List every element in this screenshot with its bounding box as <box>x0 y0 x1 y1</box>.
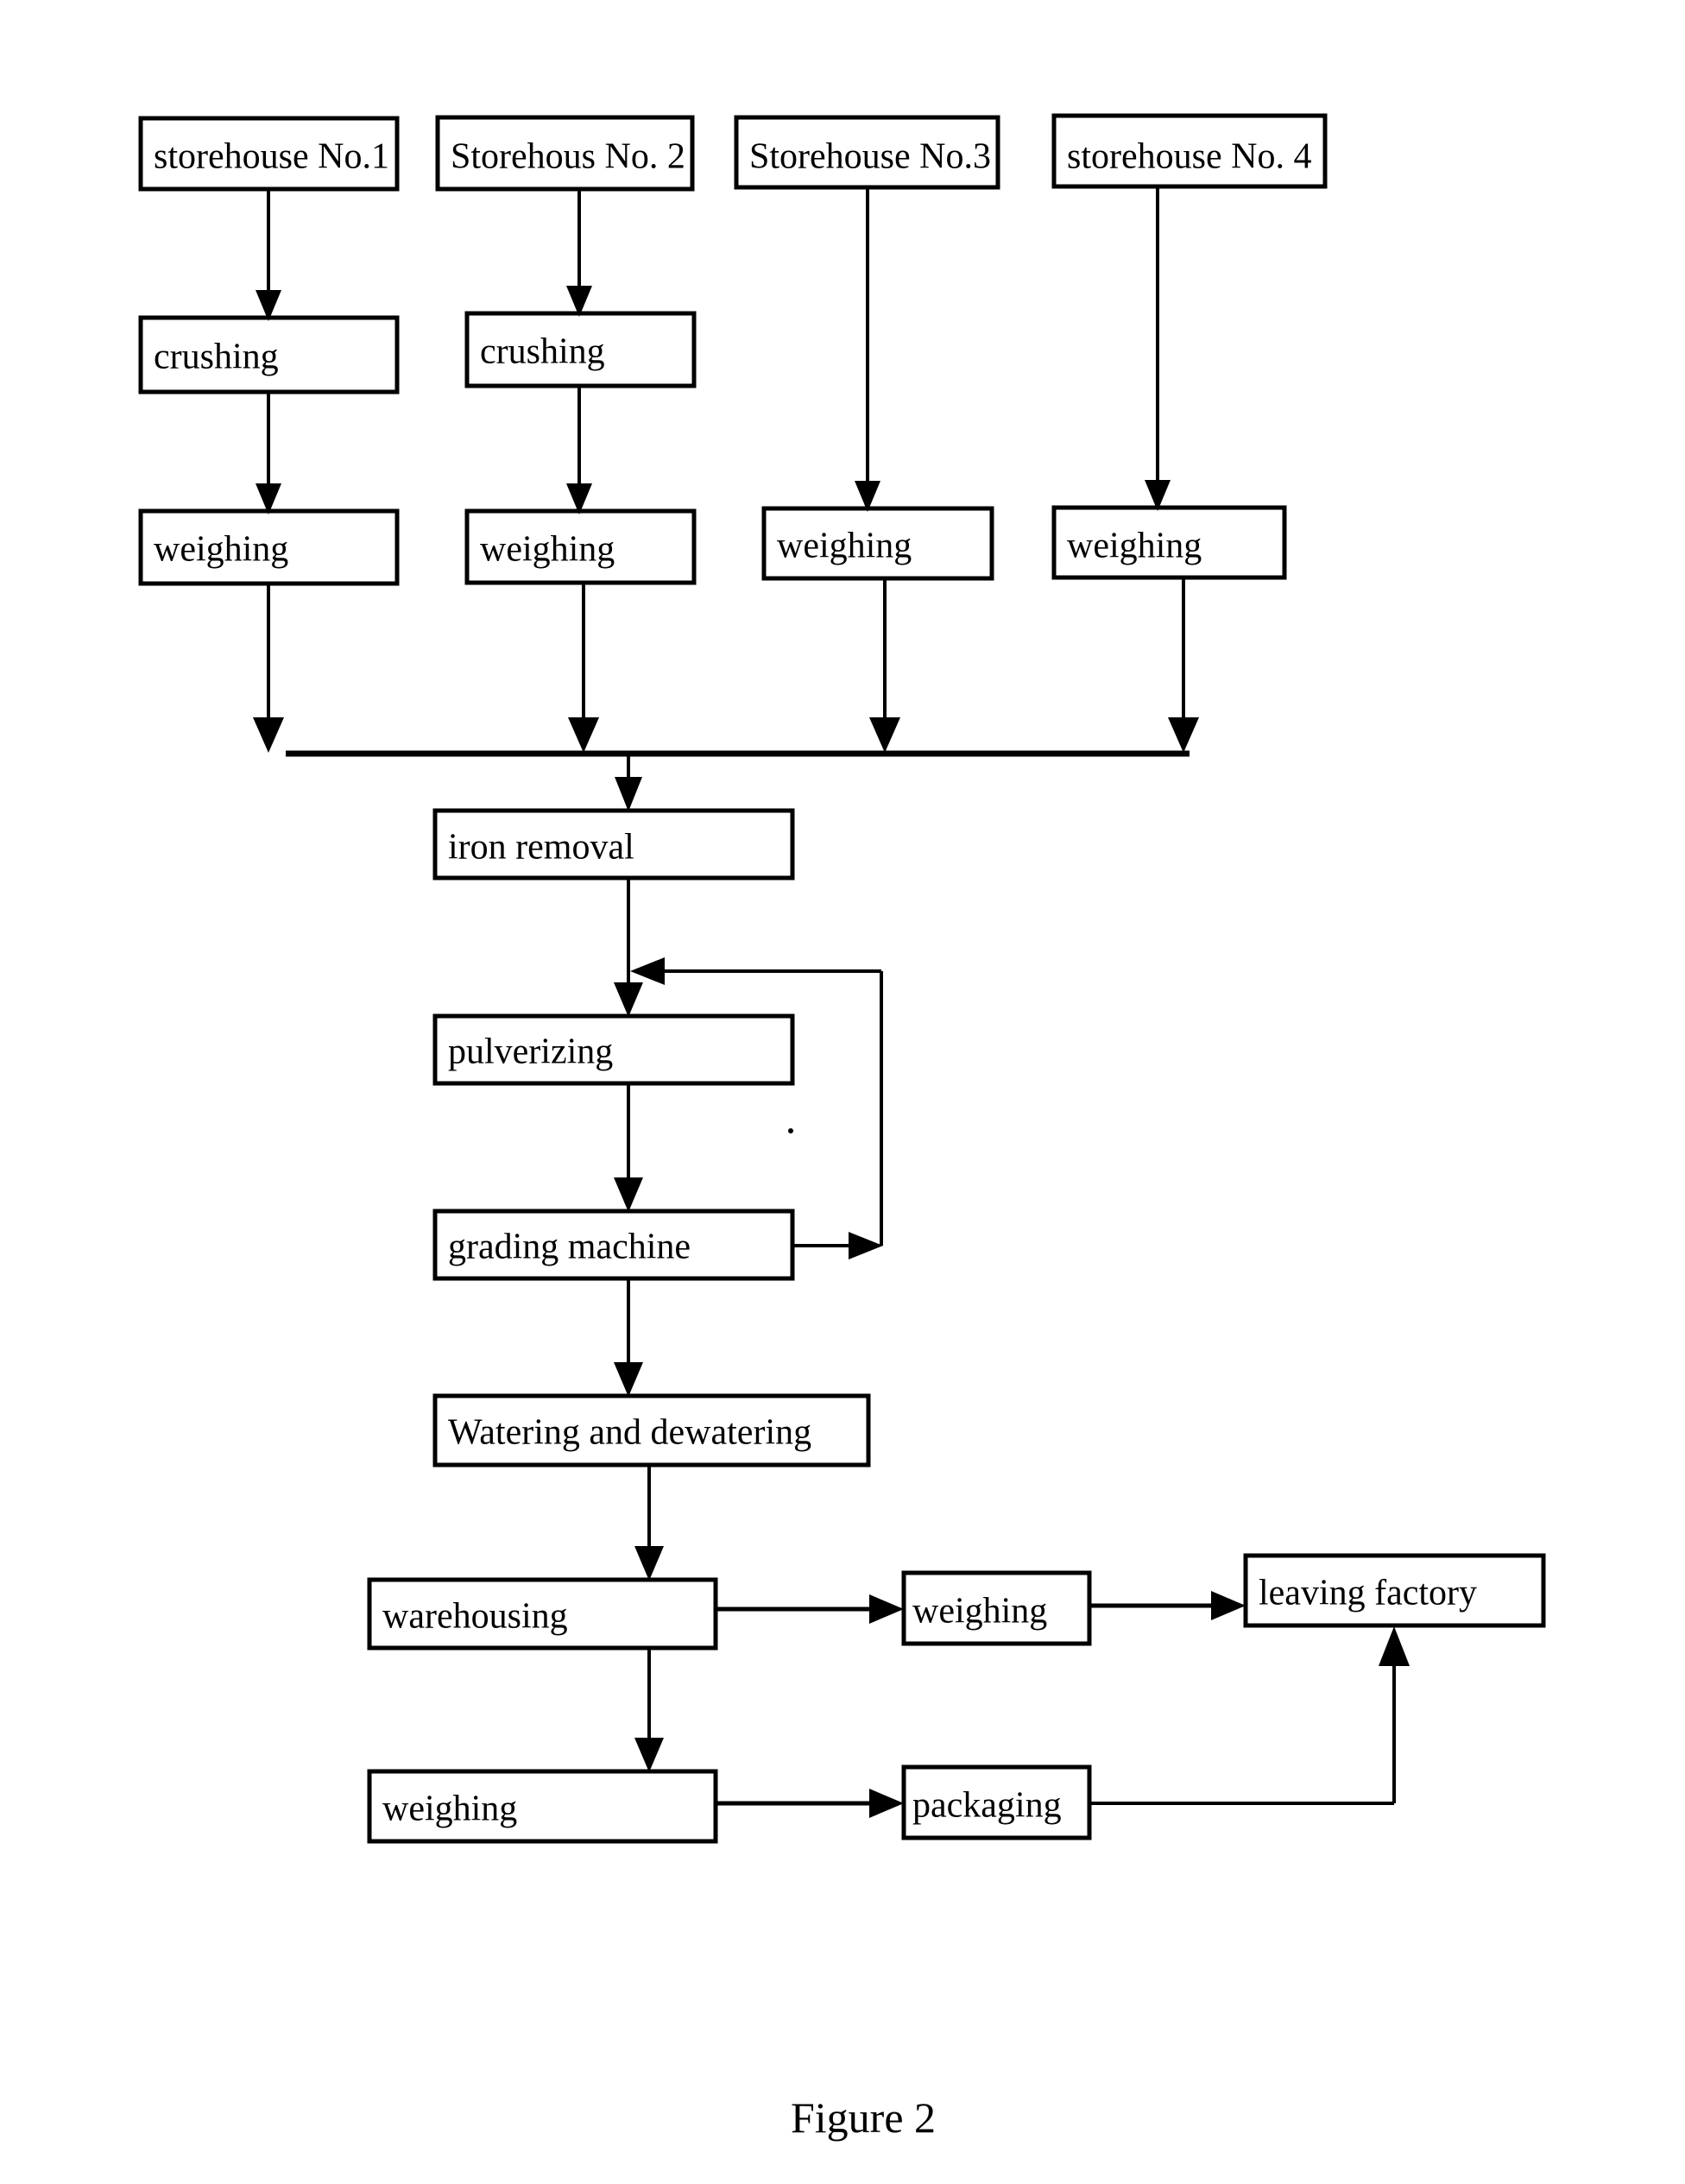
edge-storehouse3-to-weighing3 <box>855 187 880 512</box>
figure-caption: Figure 2 <box>791 2093 936 2142</box>
pulverizing-label: pulverizing <box>448 1032 613 1072</box>
iron-removal-label: iron removal <box>448 828 634 868</box>
node-grading-machine[interactable]: grading machine <box>432 1209 795 1281</box>
node-weighing-out-1[interactable]: weighing <box>901 1570 1092 1646</box>
edge-weighing3-to-merge <box>869 578 900 753</box>
edge-crushing2-to-weighing2 <box>566 386 592 514</box>
edge-merge-to-iron-removal <box>615 754 642 811</box>
node-storehouse-3[interactable]: Storehouse No.3 <box>734 115 1000 190</box>
edge-storehouse4-to-weighing4 <box>1145 186 1171 511</box>
edge-iron-removal-to-pulverizing <box>614 878 643 1017</box>
node-weighing-2[interactable]: weighing <box>464 508 697 585</box>
storehouse-1-label: storehouse No.1 <box>154 137 389 177</box>
figure-container: storehouse No.1 Storehous No. 2 Storehou… <box>0 0 1685 2184</box>
edge-grading-machine-to-watering <box>614 1278 643 1397</box>
node-storehouse-1[interactable]: storehouse No.1 <box>138 116 400 192</box>
edge-storehouse2-to-crushing2 <box>566 189 592 317</box>
storehouse-2-label: Storehous No. 2 <box>451 137 685 177</box>
weighing-out-1-label: weighing <box>912 1592 1047 1632</box>
grading-machine-label: grading machine <box>448 1228 691 1267</box>
node-storehouse-4[interactable]: storehouse No. 4 <box>1051 113 1328 189</box>
edge-watering-to-warehousing <box>634 1465 664 1581</box>
weighing-1-label: weighing <box>154 530 288 570</box>
crushing-1-label: crushing <box>154 338 279 377</box>
weighing-3-label: weighing <box>777 527 912 566</box>
process-flowchart: storehouse No.1 Storehous No. 2 Storehou… <box>138 113 1546 2142</box>
node-weighing-out-2[interactable]: weighing <box>367 1769 718 1844</box>
edge-warehousing-to-weighing-out-2 <box>634 1648 664 1772</box>
node-warehousing[interactable]: warehousing <box>367 1577 718 1651</box>
crushing-2-label: crushing <box>480 332 605 372</box>
node-weighing-1[interactable]: weighing <box>138 508 400 586</box>
edge-weighing-out-1-to-leaving-factory <box>1089 1591 1246 1620</box>
node-crushing-2[interactable]: crushing <box>464 311 697 388</box>
node-watering-and-dewatering[interactable]: Watering and dewatering <box>432 1393 871 1468</box>
node-weighing-3[interactable]: weighing <box>761 506 994 581</box>
weighing-4-label: weighing <box>1067 527 1202 566</box>
packaging-label: packaging <box>912 1786 1062 1826</box>
storehouse-3-label: Storehouse No.3 <box>749 137 991 177</box>
weighing-out-2-label: weighing <box>382 1789 517 1829</box>
edge-crushing1-to-weighing1 <box>256 392 281 514</box>
weighing-2-label: weighing <box>480 530 615 570</box>
edge-pulverizing-to-grading-machine <box>614 1083 643 1212</box>
node-pulverizing[interactable]: pulverizing <box>432 1013 795 1086</box>
edge-packaging-to-leaving-factory <box>1089 1626 1410 1805</box>
leaving-factory-label: leaving factory <box>1259 1574 1477 1613</box>
edge-weighing1-to-merge <box>253 584 284 753</box>
node-iron-removal[interactable]: iron removal <box>432 808 795 881</box>
node-weighing-4[interactable]: weighing <box>1051 505 1287 580</box>
storehouse-4-label: storehouse No. 4 <box>1067 137 1311 177</box>
node-storehouse-2[interactable]: Storehous No. 2 <box>435 115 695 192</box>
watering-and-dewatering-label: Watering and dewatering <box>448 1413 811 1453</box>
node-leaving-factory[interactable]: leaving factory <box>1243 1553 1546 1628</box>
edge-warehousing-to-weighing-out-1 <box>716 1594 904 1624</box>
scan-artifact-dot <box>788 1128 793 1133</box>
node-packaging[interactable]: packaging <box>901 1764 1092 1840</box>
edge-storehouse1-to-crushing1 <box>256 189 281 321</box>
edge-weighing2-to-merge <box>568 583 599 753</box>
warehousing-label: warehousing <box>382 1597 568 1637</box>
node-crushing-1[interactable]: crushing <box>138 315 400 395</box>
edge-weighing4-to-merge <box>1168 578 1199 753</box>
edge-weighing-out-2-to-packaging <box>716 1789 904 1818</box>
